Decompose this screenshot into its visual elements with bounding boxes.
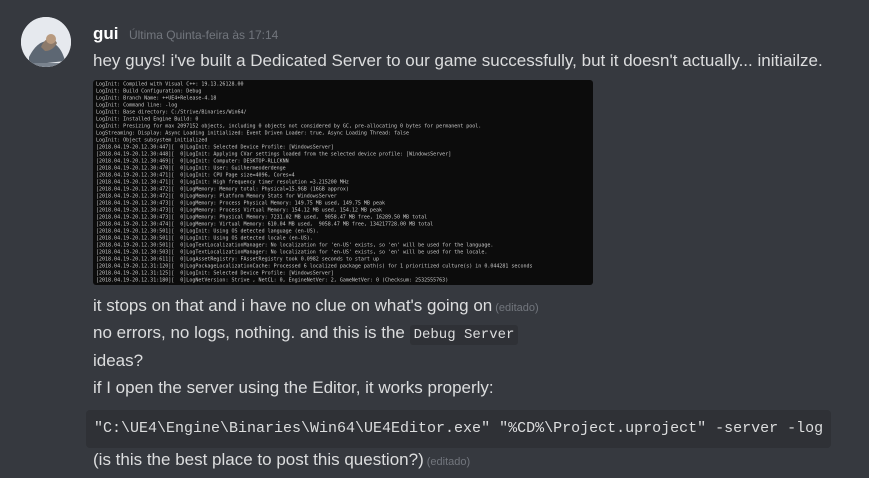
console-line: LogInit: Build Configuration: Debug — [96, 88, 202, 95]
message-line: (is this the best place to post this que… — [93, 450, 470, 470]
console-line: [2018.04.19-20.12.30:474][ 0]LogMemory: … — [96, 221, 434, 228]
console-line: LogInit: Branch Name: ++UE4+Release-4.18 — [96, 95, 217, 102]
console-line: [2018.04.19-20.12.30:469][ 0]LogInit: Co… — [96, 158, 289, 165]
message-line: ideas? — [93, 351, 144, 370]
console-line: [2018.04.19-20.12.30:447][ 0]LogInit: Se… — [96, 144, 334, 151]
console-line: [2018.04.19-20.12.31:180][ 0]LogNetVersi… — [96, 277, 449, 284]
console-line: [2018.04.19-20.12.30:472][ 0]LogMemory: … — [96, 186, 349, 193]
console-line: [2018.04.19-20.12.30:472][ 0]LogMemory: … — [96, 193, 337, 200]
console-log: LogInit: Compiled with Visual C++: 19.13… — [96, 81, 532, 284]
console-line: [2018.04.19-20.12.30:470][ 0]LogInit: Us… — [96, 165, 286, 172]
message-text: (is this the best place to post this que… — [93, 450, 424, 469]
console-line: [2018.04.19-20.12.30:501][ 0]LogInit: Us… — [96, 235, 313, 242]
console-line: LogInit: Installed Engine Build: 0 — [96, 116, 199, 123]
console-line: [2018.04.19-20.12.30:501][ 0]LogTextLoca… — [96, 242, 494, 249]
console-line: [2018.04.19-20.12.31:125][ 0]LogInit: Se… — [96, 270, 334, 277]
console-line: LogStreaming: Display: Async Loading ini… — [96, 130, 410, 137]
console-line: [2018.04.19-20.12.30:501][ 0]LogInit: Us… — [96, 228, 319, 235]
message-header: gui Última Quinta-feira às 17:14 — [93, 24, 278, 44]
message-line: hey guys! i've built a Dedicated Server … — [93, 51, 823, 70]
avatar[interactable] — [21, 17, 71, 67]
console-line: LogInit: Presizing for max 2097152 objec… — [96, 123, 482, 130]
attached-image-console[interactable]: LogInit: Compiled with Visual C++: 19.13… — [93, 80, 593, 285]
console-line: LogInit: Compiled with Visual C++: 19.13… — [96, 81, 244, 88]
username[interactable]: gui — [93, 24, 119, 43]
console-line: LogInit: Command line: -log — [96, 102, 178, 109]
message-line: it stops on that and i have no clue on w… — [93, 296, 539, 316]
message-line: if I open the server using the Editor, i… — [93, 378, 494, 397]
message-text: no errors, no logs, nothing. and this is… — [93, 323, 405, 342]
message-text: it stops on that and i have no clue on w… — [93, 296, 493, 315]
code-block: "C:\UE4\Engine\Binaries\Win64\UE4Editor.… — [86, 410, 832, 448]
console-line: [2018.04.19-20.12.30:471][ 0]LogInit: CP… — [96, 172, 295, 179]
console-line: LogInit: Base directory: C:/Strive/Binar… — [96, 109, 247, 116]
console-line: [2018.04.19-20.12.30:473][ 0]LogMemory: … — [96, 207, 382, 214]
timestamp: Última Quinta-feira às 17:14 — [128, 28, 279, 42]
console-line: [2018.04.19-20.12.30:503][ 0]LogTextLoca… — [96, 249, 488, 256]
console-line: LogInit: Object subsystem initialized — [96, 137, 208, 144]
inline-code: Debug Server — [409, 325, 519, 345]
edited-label: (editado) — [495, 302, 539, 314]
console-line: [2018.04.19-20.12.30:471][ 0]LogInit: Hi… — [96, 179, 349, 186]
console-line: [2018.04.19-20.12.30:473][ 0]LogMemory: … — [96, 200, 385, 207]
console-line: [2018.04.19-20.12.30:448][ 0]LogInit: Ap… — [96, 151, 452, 158]
avatar-image — [21, 17, 71, 67]
console-line: [2018.04.19-20.12.30:611][ 0]LogAssetReg… — [96, 256, 379, 263]
console-line: [2018.04.19-20.12.31:120][ 0]LogPackageL… — [96, 263, 533, 270]
console-line: [2018.04.19-20.12.30:473][ 0]LogMemory: … — [96, 214, 428, 221]
edited-label: (editado) — [426, 456, 471, 468]
message-line: no errors, no logs, nothing. and this is… — [93, 323, 519, 345]
